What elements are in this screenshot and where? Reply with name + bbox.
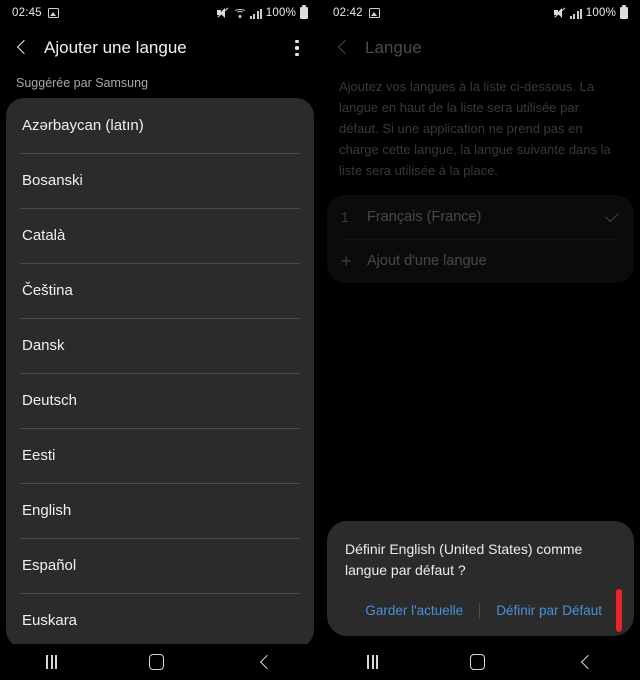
add-language-label: Ajout d'une langue <box>367 253 487 269</box>
status-bar-clock: 02:42 <box>333 7 363 19</box>
dialog-divider <box>479 602 481 619</box>
add-language-row[interactable]: + Ajout d'une langue <box>327 239 634 283</box>
list-item[interactable]: Español <box>6 538 314 593</box>
section-header-suggested: Suggérée par Samsung <box>16 76 149 90</box>
list-item[interactable]: Bosanski <box>6 153 314 208</box>
list-item[interactable]: Català <box>6 208 314 263</box>
language-label: Bosanski <box>22 172 83 189</box>
dialog-message: Définir English (United States) comme la… <box>345 541 583 578</box>
set-default-language-dialog: Définir English (United States) comme la… <box>327 521 634 636</box>
kebab-menu-icon[interactable] <box>286 37 308 59</box>
language-label: Français (France) <box>367 209 482 225</box>
keep-current-button[interactable]: Garder l'actuelle <box>351 595 477 626</box>
back-chevron-icon[interactable] <box>333 37 355 59</box>
page-title: Langue <box>365 38 422 57</box>
list-item[interactable]: Azərbaycan (latın) <box>6 98 314 153</box>
dialog-actions: Garder l'actuelle Définir par Défaut <box>345 589 622 632</box>
right-navigation-bar <box>321 644 640 680</box>
mute-icon <box>217 7 229 19</box>
language-label: Català <box>22 227 66 244</box>
language-label: Čeština <box>22 282 73 299</box>
status-bar-left-group: 02:45 <box>12 7 59 19</box>
language-label: Eesti <box>22 447 56 464</box>
check-icon <box>604 209 620 225</box>
page-title: Ajouter une langue <box>44 38 187 57</box>
status-bar-right-group: 100% <box>217 7 308 19</box>
dual-screenshot-container: 02:45 100% Ajouter une langue Suggérée p… <box>0 0 640 680</box>
list-item[interactable]: Euskara <box>6 593 314 648</box>
language-label: Español <box>22 557 77 574</box>
language-label: Deutsch <box>22 392 78 409</box>
photo-icon <box>368 8 380 18</box>
set-default-button-wrapper: Définir par Défaut <box>482 589 622 632</box>
left-phone-screen: 02:45 100% Ajouter une langue Suggérée p… <box>0 0 320 680</box>
set-default-button[interactable]: Définir par Défaut <box>482 595 616 626</box>
language-label: Dansk <box>22 337 65 354</box>
right-app-bar: Langue <box>321 26 640 70</box>
list-item[interactable]: Eesti <box>6 428 314 483</box>
left-app-bar: Ajouter une langue <box>0 26 320 70</box>
back-chevron-icon[interactable] <box>12 37 34 59</box>
battery-icon <box>620 7 628 19</box>
battery-percent-label: 100% <box>585 7 616 19</box>
right-phone-screen: 02:42 100% Langue Ajoutez vos langues à … <box>320 0 640 680</box>
status-bar-left-group: 02:42 <box>333 7 380 19</box>
status-bar-right-group: 100% <box>554 7 628 19</box>
back-icon[interactable] <box>577 653 595 671</box>
home-icon[interactable] <box>149 654 164 670</box>
suggested-language-card: Azərbaycan (latın) Bosanski Català Češti… <box>6 98 314 648</box>
language-description-text: Ajoutez vos langues à la liste ci-dessou… <box>339 79 611 178</box>
battery-percent-label: 100% <box>265 7 296 19</box>
back-icon[interactable] <box>256 653 274 671</box>
language-label: English <box>22 502 72 519</box>
plus-icon: + <box>341 251 352 271</box>
home-icon[interactable] <box>470 654 485 670</box>
language-label: Euskara <box>22 612 78 629</box>
mute-icon <box>554 7 566 19</box>
language-list-card: 1 Français (France) + Ajout d'une langue <box>327 195 634 283</box>
recents-icon[interactable] <box>46 655 57 669</box>
highlight-annotation-box <box>616 589 622 632</box>
list-item[interactable]: Čeština <box>6 263 314 318</box>
status-bar-clock: 02:45 <box>12 7 42 19</box>
wifi-icon <box>233 8 247 19</box>
list-item[interactable]: English <box>6 483 314 538</box>
signal-icon <box>250 8 262 19</box>
signal-icon <box>570 8 582 19</box>
language-label: Azərbaycan (latın) <box>22 117 144 134</box>
language-order-index: 1 <box>341 209 349 225</box>
list-item[interactable]: 1 Français (France) <box>327 195 634 239</box>
left-status-bar: 02:45 100% <box>0 0 320 26</box>
recents-icon[interactable] <box>367 655 378 669</box>
photo-icon <box>47 8 59 18</box>
battery-icon <box>300 7 308 19</box>
left-navigation-bar <box>0 644 320 680</box>
list-item[interactable]: Deutsch <box>6 373 314 428</box>
list-item[interactable]: Dansk <box>6 318 314 373</box>
dimmed-content-layer: Langue Ajoutez vos langues à la liste ci… <box>321 26 640 283</box>
right-status-bar: 02:42 100% <box>321 0 640 26</box>
